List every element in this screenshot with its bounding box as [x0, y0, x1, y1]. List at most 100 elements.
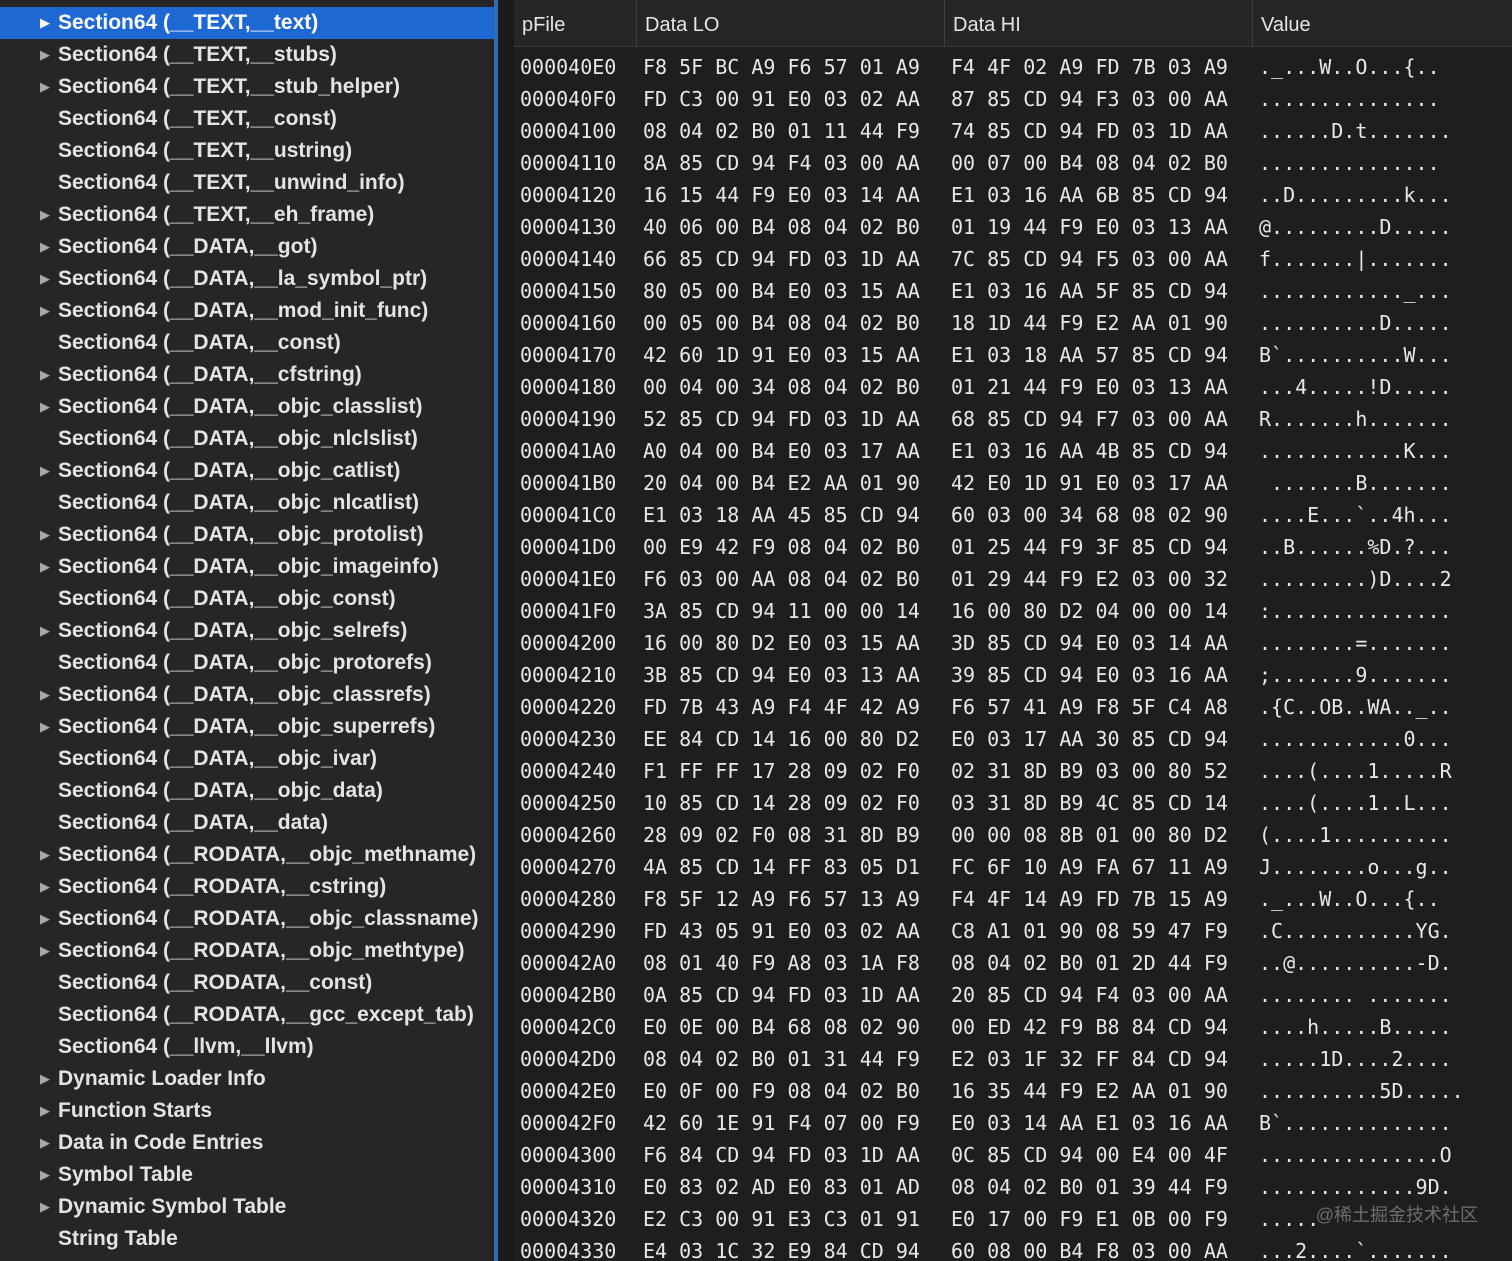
outline-item[interactable]: ▶Section64 (__DATA,__const)	[0, 327, 494, 359]
column-header-data-lo[interactable]: Data LO	[636, 0, 945, 46]
disclosure-triangle-icon[interactable]: ▶	[38, 879, 52, 895]
outline-item[interactable]: ▶Section64 (__RODATA,__gcc_except_tab)	[0, 999, 494, 1031]
outline-item[interactable]: ▶ Dynamic Symbol Table	[0, 1191, 494, 1223]
outline-item[interactable]: ▶Section64 (__llvm,__llvm)	[0, 1031, 494, 1063]
disclosure-triangle-icon[interactable]: ▶	[38, 271, 52, 287]
table-row[interactable]: 00004230 EE 84 CD 14 16 00 80 D2 E0 03 17 …	[514, 723, 1512, 755]
disclosure-triangle-icon[interactable]: ▶	[38, 15, 52, 31]
disclosure-triangle-icon[interactable]: ▶	[38, 47, 52, 63]
disclosure-triangle-icon[interactable]: ▶	[38, 527, 52, 543]
disclosure-triangle-icon[interactable]: ▶	[38, 239, 52, 255]
outline-item[interactable]: ▶Section64 (__DATA,__objc_ivar)	[0, 743, 494, 775]
outline-item[interactable]: ▶ Dynamic Loader Info	[0, 1063, 494, 1095]
table-row[interactable]: 00004210 3B 85 CD 94 E0 03 13 AA 39 85 CD …	[514, 659, 1512, 691]
outline-item[interactable]: ▶ Section64 (__TEXT,__text)	[0, 7, 494, 39]
table-row[interactable]: 00004160 00 05 00 B4 08 04 02 B0 18 1D 44 …	[514, 307, 1512, 339]
outline-item[interactable]: ▶ Section64 (__TEXT,__eh_frame)	[0, 199, 494, 231]
table-row[interactable]: 00004150 80 05 00 B4 E0 03 15 AA E1 03 16 …	[514, 275, 1512, 307]
outline-item[interactable]: ▶Section64 (__TEXT,__ustring)	[0, 135, 494, 167]
table-row[interactable]: 000041E0 F6 03 00 AA 08 04 02 B0 01 29 44 …	[514, 563, 1512, 595]
outline-item[interactable]: ▶Section64 (__DATA,__data)	[0, 807, 494, 839]
disclosure-triangle-icon[interactable]: ▶	[38, 943, 52, 959]
outline-item[interactable]: ▶ Section64 (__DATA,__objc_imageinfo)	[0, 551, 494, 583]
disclosure-triangle-icon[interactable]: ▶	[38, 1167, 52, 1183]
outline-item[interactable]: ▶Section64 (__DATA,__objc_protorefs)	[0, 647, 494, 679]
table-row[interactable]: 000042B0 0A 85 CD 94 FD 03 1D AA 20 85 CD …	[514, 979, 1512, 1011]
table-row[interactable]: 00004240 F1 FF FF 17 28 09 02 F0 02 31 8D …	[514, 755, 1512, 787]
table-row[interactable]: 00004220 FD 7B 43 A9 F4 4F 42 A9 F6 57 41 …	[514, 691, 1512, 723]
disclosure-triangle-icon[interactable]: ▶	[38, 367, 52, 383]
outline-item[interactable]: ▶ Section64 (__RODATA,__cstring)	[0, 871, 494, 903]
table-row[interactable]: 00004190 52 85 CD 94 FD 03 1D AA 68 85 CD …	[514, 403, 1512, 435]
outline-item[interactable]: ▶ Section64 (__TEXT,__stub_helper)	[0, 71, 494, 103]
outline-item[interactable]: ▶Section64 (__TEXT,__const)	[0, 103, 494, 135]
outline-item[interactable]: ▶ Section64 (__DATA,__objc_catlist)	[0, 455, 494, 487]
outline-item[interactable]: ▶ Section64 (__DATA,__cfstring)	[0, 359, 494, 391]
table-row[interactable]: 000041D0 00 E9 42 F9 08 04 02 B0 01 25 44 …	[514, 531, 1512, 563]
column-header-pfile[interactable]: pFile	[514, 0, 636, 46]
table-row[interactable]: 00004300 F6 84 CD 94 FD 03 1D AA 0C 85 CD …	[514, 1139, 1512, 1171]
table-row[interactable]: 00004280 F8 5F 12 A9 F6 57 13 A9 F4 4F 14 …	[514, 883, 1512, 915]
table-row[interactable]: 00004130 40 06 00 B4 08 04 02 B0 01 19 44 …	[514, 211, 1512, 243]
table-row[interactable]: 00004260 28 09 02 F0 08 31 8D B9 00 00 08 …	[514, 819, 1512, 851]
outline-item[interactable]: ▶ Section64 (__DATA,__got)	[0, 231, 494, 263]
outline-item[interactable]: ▶ Section64 (__TEXT,__stubs)	[0, 39, 494, 71]
disclosure-triangle-icon[interactable]: ▶	[38, 719, 52, 735]
disclosure-triangle-icon[interactable]: ▶	[38, 1135, 52, 1151]
disclosure-triangle-icon[interactable]: ▶	[38, 303, 52, 319]
table-row[interactable]: 000042D0 08 04 02 B0 01 31 44 F9 E2 03 1F …	[514, 1043, 1512, 1075]
disclosure-triangle-icon[interactable]: ▶	[38, 79, 52, 95]
outline-item[interactable]: ▶Section64 (__TEXT,__unwind_info)	[0, 167, 494, 199]
disclosure-triangle-icon[interactable]: ▶	[38, 1103, 52, 1119]
table-row[interactable]: 000040F0 FD C3 00 91 E0 03 02 AA 87 85 CD …	[514, 83, 1512, 115]
outline-item[interactable]: ▶ Data in Code Entries	[0, 1127, 494, 1159]
table-row[interactable]: 000041A0 A0 04 00 B4 E0 03 17 AA E1 03 16 …	[514, 435, 1512, 467]
column-header-value[interactable]: Value	[1252, 0, 1512, 46]
outline-item[interactable]: ▶ Section64 (__RODATA,__objc_classname)	[0, 903, 494, 935]
outline-item[interactable]: ▶ Section64 (__DATA,__objc_classrefs)	[0, 679, 494, 711]
table-row[interactable]: 000040E0 F8 5F BC A9 F6 57 01 A9 F4 4F 02 …	[514, 51, 1512, 83]
outline-item[interactable]: ▶Section64 (__DATA,__objc_const)	[0, 583, 494, 615]
table-row[interactable]: 00004170 42 60 1D 91 E0 03 15 AA E1 03 18 …	[514, 339, 1512, 371]
outline-item[interactable]: ▶Section64 (__DATA,__objc_nlclslist)	[0, 423, 494, 455]
outline-item[interactable]: ▶Section64 (__DATA,__objc_nlcatlist)	[0, 487, 494, 519]
table-row[interactable]: 000042F0 42 60 1E 91 F4 07 00 F9 E0 03 14 …	[514, 1107, 1512, 1139]
table-row[interactable]: 000041B0 20 04 00 B4 E2 AA 01 90 42 E0 1D …	[514, 467, 1512, 499]
outline-item[interactable]: ▶ Section64 (__DATA,__objc_classlist)	[0, 391, 494, 423]
table-row[interactable]: 00004110 8A 85 CD 94 F4 03 00 AA 00 07 00 …	[514, 147, 1512, 179]
disclosure-triangle-icon[interactable]: ▶	[38, 207, 52, 223]
disclosure-triangle-icon[interactable]: ▶	[38, 687, 52, 703]
outline-item[interactable]: ▶String Table	[0, 1223, 494, 1255]
table-row[interactable]: 00004180 00 04 00 34 08 04 02 B0 01 21 44 …	[514, 371, 1512, 403]
table-row[interactable]: 00004250 10 85 CD 14 28 09 02 F0 03 31 8D …	[514, 787, 1512, 819]
table-row[interactable]: 000042A0 08 01 40 F9 A8 03 1A F8 08 04 02 …	[514, 947, 1512, 979]
outline-item[interactable]: ▶ Section64 (__DATA,__objc_protolist)	[0, 519, 494, 551]
outline-item[interactable]: ▶ Symbol Table	[0, 1159, 494, 1191]
disclosure-triangle-icon[interactable]: ▶	[38, 559, 52, 575]
outline-item[interactable]: ▶ Section64 (__DATA,__objc_selrefs)	[0, 615, 494, 647]
table-row[interactable]: 000042C0 E0 0E 00 B4 68 08 02 90 00 ED 42 …	[514, 1011, 1512, 1043]
disclosure-triangle-icon[interactable]: ▶	[38, 463, 52, 479]
table-row[interactable]: 00004100 08 04 02 B0 01 11 44 F9 74 85 CD …	[514, 115, 1512, 147]
table-row[interactable]: 000042E0 E0 0F 00 F9 08 04 02 B0 16 35 44 …	[514, 1075, 1512, 1107]
disclosure-triangle-icon[interactable]: ▶	[38, 1071, 52, 1087]
outline-item[interactable]: ▶ Function Starts	[0, 1095, 494, 1127]
table-row[interactable]: 000041F0 3A 85 CD 94 11 00 00 14 16 00 80 …	[514, 595, 1512, 627]
disclosure-triangle-icon[interactable]: ▶	[38, 911, 52, 927]
disclosure-triangle-icon[interactable]: ▶	[38, 399, 52, 415]
column-header-data-hi[interactable]: Data HI	[944, 0, 1253, 46]
table-row[interactable]: 00004120 16 15 44 F9 E0 03 14 AA E1 03 16 …	[514, 179, 1512, 211]
table-row[interactable]: 00004290 FD 43 05 91 E0 03 02 AA C8 A1 01 …	[514, 915, 1512, 947]
table-row[interactable]: 000041C0 E1 03 18 AA 45 85 CD 94 60 03 00 …	[514, 499, 1512, 531]
table-row[interactable]: 00004310 E0 83 02 AD E0 83 01 AD 08 04 02 …	[514, 1171, 1512, 1203]
disclosure-triangle-icon[interactable]: ▶	[38, 1199, 52, 1215]
outline-item[interactable]: ▶Section64 (__DATA,__objc_data)	[0, 775, 494, 807]
outline-item[interactable]: ▶ Section64 (__DATA,__la_symbol_ptr)	[0, 263, 494, 295]
outline-item[interactable]: ▶ Section64 (__DATA,__mod_init_func)	[0, 295, 494, 327]
outline-item[interactable]: ▶ Section64 (__RODATA,__objc_methname)	[0, 839, 494, 871]
outline-item[interactable]: ▶Section64 (__RODATA,__const)	[0, 967, 494, 999]
disclosure-triangle-icon[interactable]: ▶	[38, 847, 52, 863]
disclosure-triangle-icon[interactable]: ▶	[38, 623, 52, 639]
table-row[interactable]: 00004200 16 00 80 D2 E0 03 15 AA 3D 85 CD …	[514, 627, 1512, 659]
table-row[interactable]: 00004330 E4 03 1C 32 E9 84 CD 94 60 08 00 …	[514, 1235, 1512, 1261]
